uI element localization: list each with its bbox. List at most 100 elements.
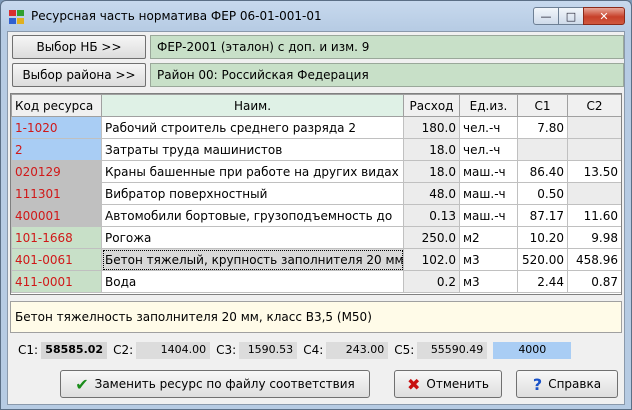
total-c1-label: С1: <box>18 343 39 357</box>
resource-unit-cell[interactable]: м3 <box>459 248 518 271</box>
resource-c1-cell[interactable] <box>517 138 568 161</box>
resource-code-cell[interactable]: 020129 <box>11 160 102 183</box>
table-row[interactable]: 411-0001 Вода 0.2 м3 2.44 0.87 <box>11 270 621 293</box>
resource-c2-cell[interactable] <box>567 116 621 139</box>
total-extra-value: 4000 <box>493 341 572 359</box>
table-row[interactable]: 111301 Вибратор поверхностный 48.0 маш.-ч 0.… <box>11 182 621 205</box>
resource-c2-cell[interactable]: 9.98 <box>567 226 621 249</box>
resource-name-cell[interactable]: Вода <box>101 270 404 293</box>
resource-description: Бетон тяжелность заполнителя 20 мм, клас… <box>10 301 622 333</box>
select-nb-button[interactable]: Выбор НБ >> <box>12 35 146 59</box>
total-c2-label: С2: <box>113 343 134 357</box>
table-row[interactable]: 401-0061 Бетон тяжелый, крупность заполни… <box>11 248 621 271</box>
resource-code-cell[interactable]: 401-0061 <box>11 248 102 271</box>
header-qty[interactable]: Расход <box>403 94 460 117</box>
total-c2-value: 1404.00 <box>136 341 211 359</box>
totals-bar: С1: 58585.02 С2: 1404.00 С3: 1590.53 С4:… <box>18 341 572 359</box>
resource-grid[interactable]: Код ресурса Наим. Расход Ед.из. С1 С2 1-… <box>10 93 622 295</box>
table-row[interactable]: 101-1668 Рогожа 250.0 м2 10.20 9.98 <box>11 226 621 249</box>
resource-table: Код ресурса Наим. Расход Ед.из. С1 С2 1-… <box>11 94 621 293</box>
total-c4-label: С4: <box>303 343 324 357</box>
resource-qty-cell[interactable]: 0.2 <box>403 270 460 293</box>
dialog-client-area: Выбор НБ >> ФЕР-2001 (эталон) с доп. и и… <box>7 31 625 405</box>
resource-c2-cell[interactable] <box>567 138 621 161</box>
header-c1[interactable]: С1 <box>517 94 568 117</box>
title-bar[interactable]: Ресурсная часть норматива ФЕР 06-01-001-… <box>1 1 631 31</box>
resource-name-cell[interactable]: Рогожа <box>101 226 404 249</box>
close-button[interactable]: ✕ <box>583 7 625 25</box>
help-button[interactable]: ? Справка <box>516 370 618 398</box>
select-region-button[interactable]: Выбор района >> <box>12 63 146 87</box>
resource-code-cell[interactable]: 400001 <box>11 204 102 227</box>
replace-resource-label: Заменить ресурс по файлу соответствия <box>94 377 355 391</box>
resource-unit-cell[interactable]: чел.-ч <box>459 116 518 139</box>
resource-code-cell[interactable]: 111301 <box>11 182 102 205</box>
nb-value-field: ФЕР-2001 (эталон) с доп. и изм. 9 <box>150 35 624 59</box>
resource-c1-cell[interactable]: 2.44 <box>517 270 568 293</box>
app-icon-part <box>17 17 24 24</box>
resource-qty-cell[interactable]: 0.13 <box>403 204 460 227</box>
resource-c2-cell[interactable] <box>567 182 621 205</box>
total-c5-value: 55590.49 <box>417 341 488 359</box>
window-title: Ресурсная часть норматива ФЕР 06-01-001-… <box>31 9 322 23</box>
minimize-button[interactable]: — <box>533 7 559 25</box>
table-row[interactable]: 1-1020 Рабочий строитель среднего разряда… <box>11 116 621 139</box>
resource-unit-cell[interactable]: маш.-ч <box>459 160 518 183</box>
resource-c1-cell[interactable]: 86.40 <box>517 160 568 183</box>
resource-qty-cell[interactable]: 18.0 <box>403 160 460 183</box>
resource-unit-cell[interactable]: чел.-ч <box>459 138 518 161</box>
resource-code-cell[interactable]: 2 <box>11 138 102 161</box>
total-c4-value: 243.00 <box>326 341 389 359</box>
resource-qty-cell[interactable]: 250.0 <box>403 226 460 249</box>
resource-c1-cell[interactable]: 10.20 <box>517 226 568 249</box>
grid-header-row: Код ресурса Наим. Расход Ед.из. С1 С2 <box>11 94 621 117</box>
resource-qty-cell[interactable]: 180.0 <box>403 116 460 139</box>
resource-c2-cell[interactable]: 0.87 <box>567 270 621 293</box>
region-value-field: Район 00: Российская Федерация <box>150 63 624 87</box>
resource-code-cell[interactable]: 411-0001 <box>11 270 102 293</box>
help-label: Справка <box>548 377 602 391</box>
resource-unit-cell[interactable]: маш.-ч <box>459 182 518 205</box>
resource-c2-cell[interactable]: 13.50 <box>567 160 621 183</box>
cancel-label: Отменить <box>426 377 489 391</box>
header-c2[interactable]: С2 <box>567 94 621 117</box>
table-row[interactable]: 400001 Автомобили бортовые, грузоподъемно… <box>11 204 621 227</box>
header-name[interactable]: Наим. <box>101 94 404 117</box>
cancel-icon: ✖ <box>407 374 421 394</box>
resource-unit-cell[interactable]: маш.-ч <box>459 204 518 227</box>
resource-qty-cell[interactable]: 48.0 <box>403 182 460 205</box>
total-c3-label: С3: <box>216 343 237 357</box>
resource-name-cell[interactable]: Затраты труда машинистов <box>101 138 404 161</box>
replace-resource-button[interactable]: ✔ Заменить ресурс по файлу соответствия <box>60 370 370 398</box>
table-row[interactable]: 020129 Краны башенные при работе на други… <box>11 160 621 183</box>
resource-qty-cell[interactable]: 18.0 <box>403 138 460 161</box>
resource-c1-cell[interactable]: 0.50 <box>517 182 568 205</box>
resource-code-cell[interactable]: 101-1668 <box>11 226 102 249</box>
resource-c1-cell[interactable]: 87.17 <box>517 204 568 227</box>
table-row[interactable]: 2 Затраты труда машинистов 18.0 чел.-ч <box>11 138 621 161</box>
resource-name-cell[interactable]: Бетон тяжелый, крупность заполнителя 20 … <box>101 248 404 271</box>
check-icon: ✔ <box>75 374 89 394</box>
maximize-button[interactable]: □ <box>558 7 584 25</box>
resource-unit-cell[interactable]: м2 <box>459 226 518 249</box>
resource-code-cell[interactable]: 1-1020 <box>11 116 102 139</box>
header-code[interactable]: Код ресурса <box>11 94 102 117</box>
cancel-button[interactable]: ✖ Отменить <box>394 370 502 398</box>
total-c3-value: 1590.53 <box>239 341 298 359</box>
resource-name-cell[interactable]: Рабочий строитель среднего разряда 2 <box>101 116 404 139</box>
region-selector-row: Выбор района >> Район 00: Российская Фед… <box>12 63 624 87</box>
resource-unit-cell[interactable]: м3 <box>459 270 518 293</box>
resource-name-cell[interactable]: Вибратор поверхностный <box>101 182 404 205</box>
close-icon: ✕ <box>599 9 609 23</box>
app-icon <box>9 10 25 24</box>
grid-body: 1-1020 Рабочий строитель среднего разряда… <box>11 116 621 293</box>
resource-qty-cell[interactable]: 102.0 <box>403 248 460 271</box>
resource-c2-cell[interactable]: 11.60 <box>567 204 621 227</box>
resource-name-cell[interactable]: Автомобили бортовые, грузоподъемность до <box>101 204 404 227</box>
resource-c2-cell[interactable]: 458.96 <box>567 248 621 271</box>
header-unit[interactable]: Ед.из. <box>459 94 518 117</box>
resource-c1-cell[interactable]: 7.80 <box>517 116 568 139</box>
window-controls: — □ ✕ <box>533 7 625 25</box>
resource-name-cell[interactable]: Краны башенные при работе на других вида… <box>101 160 404 183</box>
resource-c1-cell[interactable]: 520.00 <box>517 248 568 271</box>
